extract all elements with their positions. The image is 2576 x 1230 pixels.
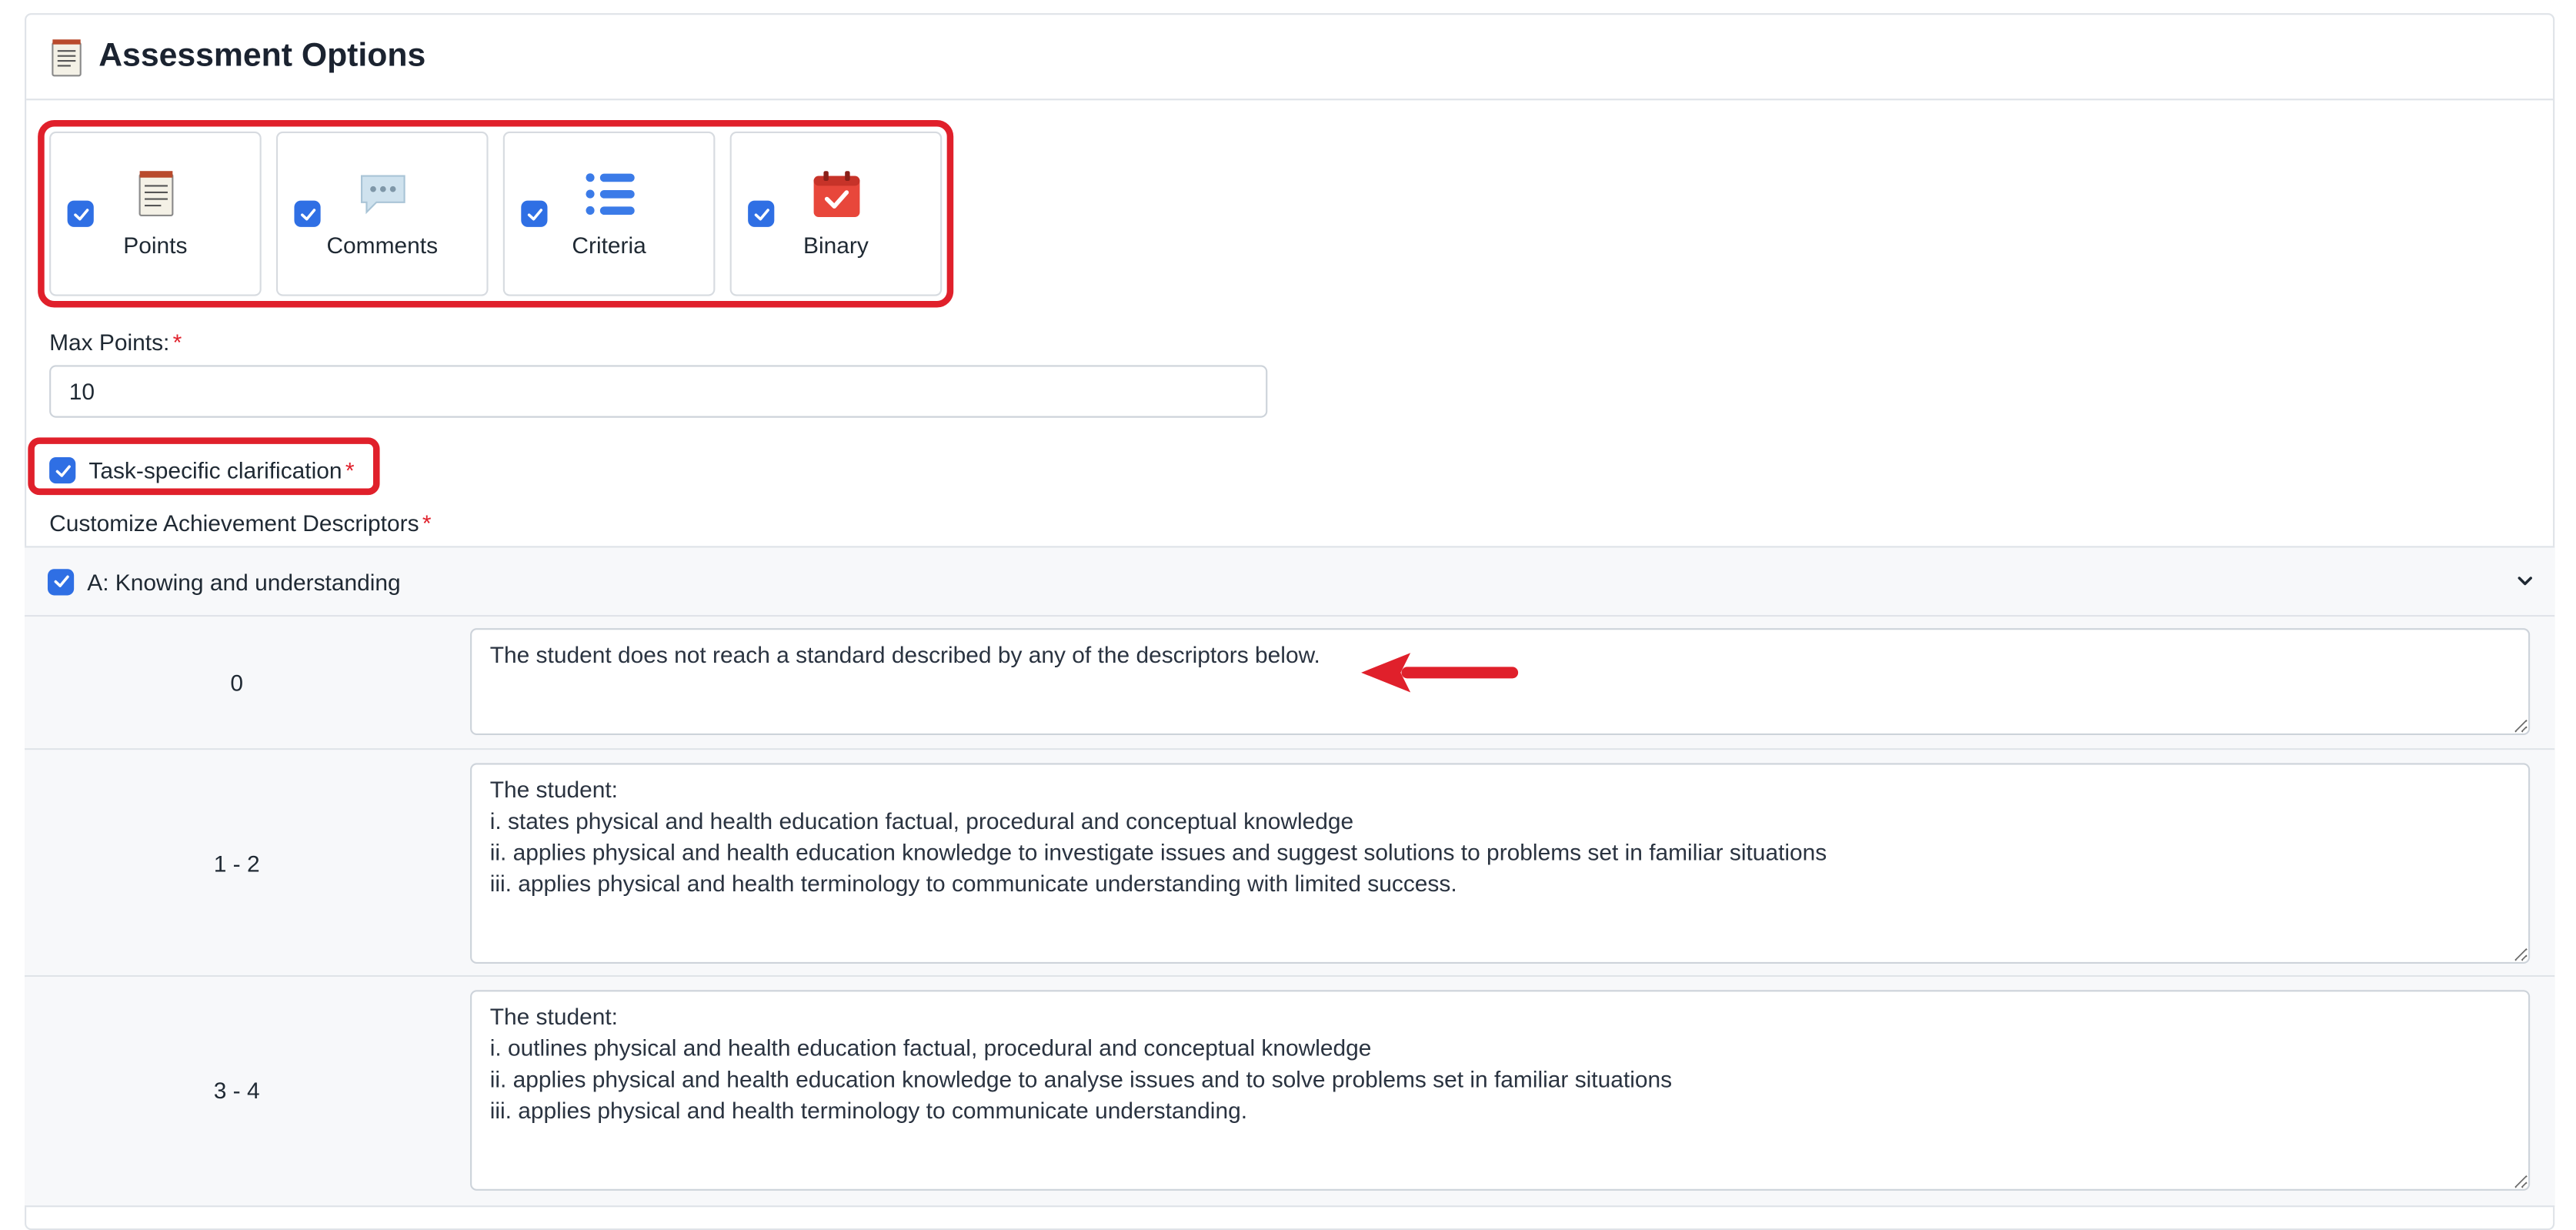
- level-label: 3 - 4: [213, 1077, 260, 1104]
- descriptors-label-text: Customize Achievement Descriptors: [49, 510, 419, 536]
- checkmark-icon: [753, 208, 769, 220]
- checkmark-icon: [73, 208, 88, 220]
- required-marker: *: [345, 456, 355, 484]
- criterion-accordion-header[interactable]: A: Knowing and understanding: [25, 546, 2555, 617]
- descriptor-row: 1 - 2 The student: i. states physical an…: [25, 750, 2555, 978]
- max-points-label-text: Max Points:: [49, 329, 170, 356]
- option-card-criteria[interactable]: Criteria: [502, 131, 716, 296]
- criteria-label: Criteria: [572, 232, 646, 259]
- speech-bubble-icon: [359, 175, 405, 215]
- descriptor-row: 0 The student does not reach a standard …: [25, 617, 2555, 750]
- option-card-comments[interactable]: Comments: [275, 131, 489, 296]
- checkmark-icon: [55, 464, 70, 476]
- level-label: 0: [230, 669, 243, 696]
- chevron-down-icon[interactable]: [2515, 570, 2535, 590]
- comments-label: Comments: [326, 232, 439, 259]
- checkmark-icon: [299, 208, 315, 220]
- required-marker: *: [172, 329, 182, 356]
- descriptors-label: Customize Achievement Descriptors *: [49, 510, 431, 536]
- assessment-options-page: Assessment Options Points Comments Crite…: [0, 0, 2576, 1230]
- criterion-a-checkbox[interactable]: [47, 568, 75, 595]
- required-marker: *: [422, 510, 432, 536]
- points-label: Points: [123, 232, 188, 259]
- max-points-label: Max Points: *: [49, 329, 182, 355]
- comments-checkbox[interactable]: [294, 200, 321, 227]
- descriptor-row: 3 - 4 The student: i. outlines physical …: [25, 977, 2555, 1208]
- binary-checkbox[interactable]: [748, 200, 775, 227]
- calendar-check-icon: [813, 171, 859, 218]
- task-clarification-row[interactable]: Task-specific clarification *: [49, 456, 355, 484]
- annotation-arrow-icon: [1361, 653, 1519, 693]
- page-title: Assessment Options: [98, 38, 426, 75]
- option-card-points[interactable]: Points: [49, 131, 262, 296]
- descriptor-textarea[interactable]: The student: i. outlines physical and he…: [470, 990, 2531, 1191]
- max-points-input[interactable]: 10: [49, 365, 1268, 418]
- option-card-binary[interactable]: Binary: [729, 131, 943, 296]
- descriptor-textarea[interactable]: The student: i. states physical and heal…: [470, 763, 2531, 964]
- level-label: 1 - 2: [213, 850, 260, 877]
- task-clarification-checkbox[interactable]: [49, 456, 76, 484]
- binary-label: Binary: [803, 232, 869, 259]
- list-icon: [585, 173, 634, 216]
- panel-header: Assessment Options: [26, 15, 2554, 101]
- notepad-icon: [52, 38, 82, 76]
- notepad-icon: [138, 171, 173, 216]
- points-checkbox[interactable]: [67, 200, 94, 227]
- criterion-a-label: A: Knowing and understanding: [87, 568, 401, 595]
- checkmark-icon: [53, 575, 68, 587]
- criteria-checkbox[interactable]: [521, 200, 548, 227]
- task-clarification-label: Task-specific clarification: [88, 456, 342, 484]
- checkmark-icon: [526, 208, 542, 220]
